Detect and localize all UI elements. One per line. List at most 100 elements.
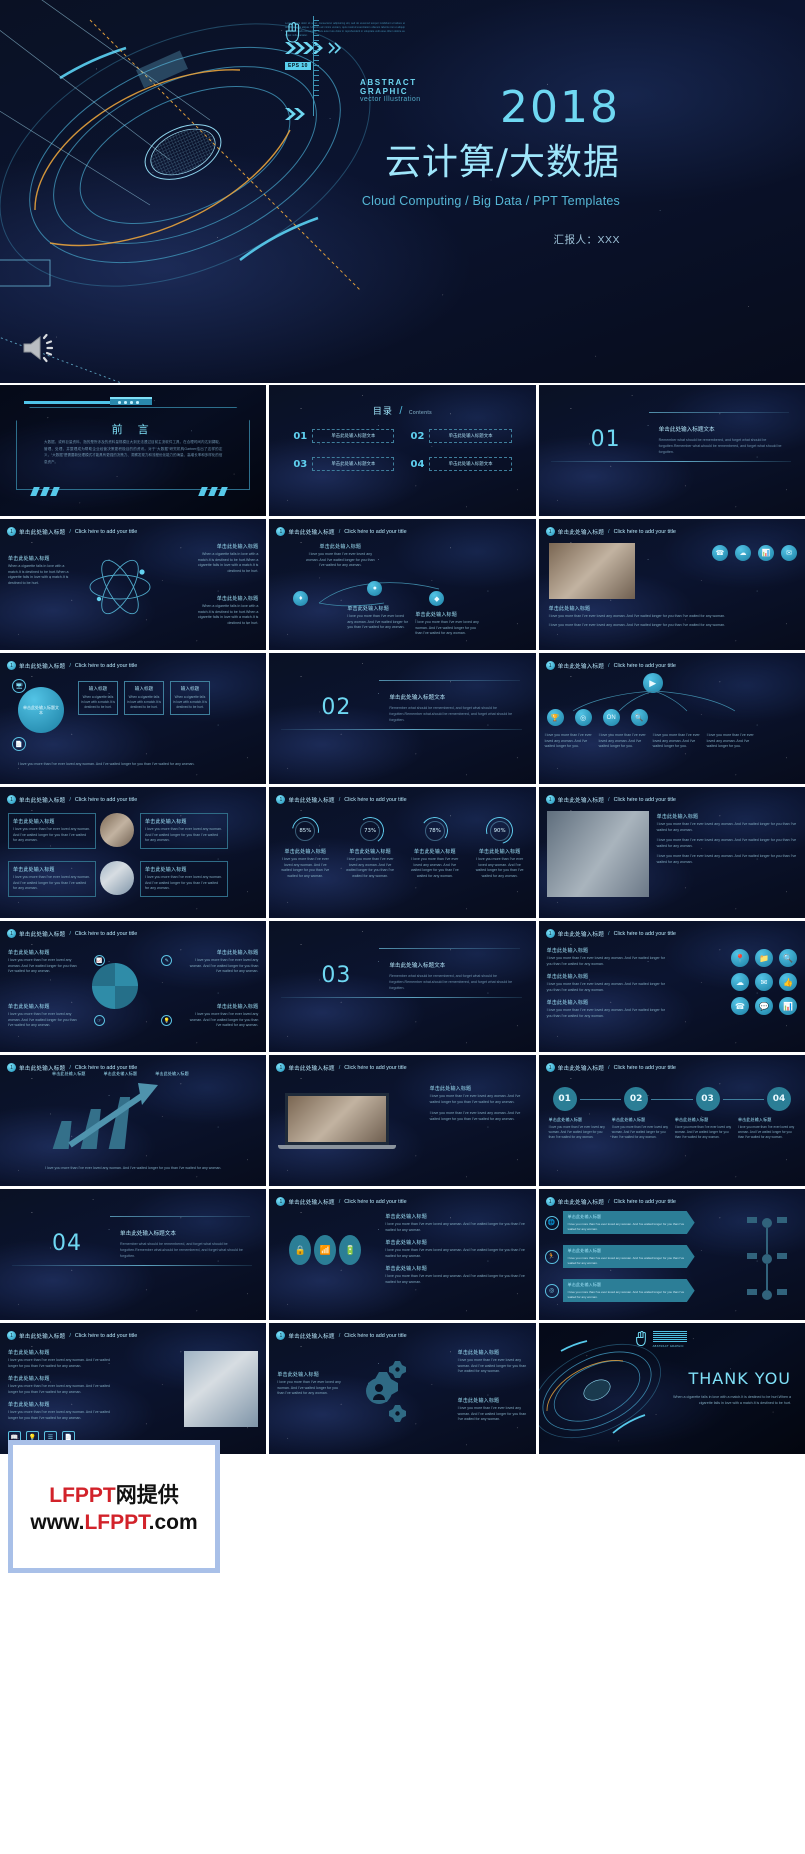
mini-title: 单击此处输入标题 bbox=[13, 819, 55, 825]
cloud-icon[interactable]: ☁ bbox=[735, 545, 751, 561]
slide-thumb-section-04[interactable]: 04 单击此处输入标题文本 Remember what should be re… bbox=[0, 1189, 267, 1320]
section-text: 单击此处输入标题文本 Remember what should be remem… bbox=[389, 693, 515, 723]
header-title-en: Click here to add your title bbox=[613, 1198, 676, 1205]
arrow-row[interactable]: 🌐 单击此处输入标题 I love you more than I've eve… bbox=[544, 1211, 695, 1234]
slide-thumb-two-photo-text[interactable]: 1 单击此处输入标题 / Click here to add your titl… bbox=[0, 787, 267, 918]
header-title-en: Click here to add your title bbox=[74, 796, 138, 803]
hub-box[interactable]: 输入标题 When a cigarette falls in love with… bbox=[124, 681, 164, 715]
watermark-suffix-1: 网提供 bbox=[115, 1483, 179, 1507]
map-pin-icon[interactable]: 📍 bbox=[731, 949, 749, 967]
slide-thumb-percent-rings[interactable]: 1 单击此处输入标题 / Click here to add your titl… bbox=[269, 787, 536, 918]
header-title-zh: 单击此处输入标题 bbox=[288, 1065, 335, 1072]
edit-icon[interactable]: ✎ bbox=[161, 955, 173, 966]
slide-thumb-laptop-photo[interactable]: 1 单击此处输入标题 / Click here to add your titl… bbox=[269, 1055, 536, 1186]
battery-icon[interactable]: 🔋 bbox=[339, 1235, 362, 1265]
slide-thumb-step-numbers[interactable]: 1 单击此处输入标题 / Click here to add your titl… bbox=[538, 1055, 805, 1186]
mini-title: 单击此处输入标题 bbox=[13, 867, 55, 873]
mini-body: I love you more than I've ever loved any… bbox=[8, 1410, 111, 1420]
slide-thumb-photo-icons[interactable]: 1 单击此处输入标题 / Click here to add your titl… bbox=[538, 519, 805, 650]
slide-thumb-gear-text[interactable]: 1 单击此处输入标题 / Click here to add your titl… bbox=[269, 1323, 536, 1454]
slide-thumb-hub-boxes[interactable]: 1 单击此处输入标题 / Click here to add your titl… bbox=[0, 653, 267, 784]
hub-box[interactable]: 输入标题 When a cigarette falls in love with… bbox=[78, 681, 118, 715]
header-sep: / bbox=[69, 1064, 71, 1071]
mail-icon[interactable]: ✉ bbox=[755, 973, 773, 991]
contents-item[interactable]: 03 单击此处输入标题文本 bbox=[293, 457, 395, 471]
step-number[interactable]: 03 bbox=[695, 1087, 720, 1111]
step-number[interactable]: 02 bbox=[624, 1087, 649, 1111]
slide-thumb-four-circle-icons[interactable]: 1 单击此处输入标题 / Click here to add your titl… bbox=[538, 653, 805, 784]
mini-title: 单击此处输入标题 bbox=[8, 950, 50, 956]
slide-thumb-section-01[interactable]: 01 单击此处输入标题文本 Remember what should be re… bbox=[538, 385, 805, 516]
section-desc: Remember what should be remembered, and … bbox=[389, 974, 513, 991]
slide-thumb-section-02[interactable]: 02 单击此处输入标题文本 Remember what should be re… bbox=[269, 653, 536, 784]
lightbulb-icon[interactable]: 💡 bbox=[161, 1015, 173, 1026]
mini-body: I love you more than I've ever loved any… bbox=[611, 1125, 668, 1139]
slide-thumb-arrow-rows[interactable]: 1 单击此处输入标题 / Click here to add your titl… bbox=[538, 1189, 805, 1320]
search-icon[interactable]: 🔍 bbox=[779, 949, 797, 967]
wifi-icon[interactable]: 📶 bbox=[314, 1235, 337, 1265]
slide-thumb-arrow-bars[interactable]: 1 单击此处输入标题 / Click here to add your titl… bbox=[0, 1055, 267, 1186]
slide-thumb-preface[interactable]: 前 言 大数据，或称巨量资料，指的是所涉及的资料量规模巨大到无法透过目前主流软件… bbox=[0, 385, 267, 516]
slide-thumb-photo-list[interactable]: 1 单击此处输入标题 / Click here to add your titl… bbox=[0, 1323, 267, 1454]
search-icon[interactable]: 🔍 bbox=[630, 709, 648, 726]
mail-icon[interactable]: ✉ bbox=[781, 545, 797, 561]
cloud-icon[interactable]: ☁ bbox=[731, 973, 749, 991]
hero-text-block: 2018 云计算/大数据 Cloud Computing / Big Data … bbox=[362, 86, 620, 247]
slide-thumbnail-grid: 前 言 大数据，或称巨量资料，指的是所涉及的资料量规模巨大到无法透过目前主流软件… bbox=[0, 385, 805, 1454]
folder-icon[interactable]: 📁 bbox=[755, 949, 773, 967]
arrow-row[interactable]: ◎ 单击此处输入标题 I love you more than I've eve… bbox=[544, 1279, 695, 1302]
percent-label: 单击此处输入标题 bbox=[284, 849, 327, 855]
thumbs-up-icon[interactable]: 👍 bbox=[779, 973, 797, 991]
monitor-icon[interactable]: 🖥 bbox=[12, 679, 26, 693]
phone-icon[interactable]: ☎ bbox=[712, 545, 728, 561]
target-icon[interactable]: ◎ bbox=[574, 709, 592, 726]
slide-thumb-atom[interactable]: 1 单击此处输入标题 / Click here to add your titl… bbox=[0, 519, 267, 650]
trophy-icon[interactable]: 🏆 bbox=[546, 709, 564, 726]
target-icon[interactable]: ◎ bbox=[544, 1283, 559, 1298]
header-title-en: Click here to add your title bbox=[74, 662, 138, 669]
globe-icon[interactable]: 🌐 bbox=[544, 1215, 559, 1230]
header-sep: / bbox=[338, 1198, 341, 1205]
slide-thumb-section-03[interactable]: 03 单击此处输入标题文本 Remember what should be re… bbox=[269, 921, 536, 1052]
bar-chart-icon[interactable]: 📊 bbox=[779, 997, 797, 1015]
hub-box[interactable]: 输入标题 When a cigarette falls in love with… bbox=[170, 681, 210, 715]
slide-thumb-three-oval-icons[interactable]: 1 单击此处输入标题 / Click here to add your titl… bbox=[269, 1189, 536, 1320]
mini-body: I love you more than I've ever loved any… bbox=[737, 1125, 795, 1139]
running-icon[interactable]: 🏃 bbox=[544, 1249, 559, 1264]
thankyou-eps-block: ABSTRACT GRAPHIC bbox=[635, 1331, 691, 1348]
bar-chart-icon[interactable]: 📊 bbox=[758, 545, 774, 561]
contents-item[interactable]: 02 单击此处输入标题文本 bbox=[410, 429, 512, 443]
play-icon[interactable]: ▶ bbox=[642, 673, 663, 693]
phone-icon[interactable]: ☎ bbox=[731, 997, 749, 1015]
contents-title-zh: 目录 bbox=[372, 406, 393, 416]
lock-icon[interactable]: 🔒 bbox=[289, 1235, 312, 1265]
speaker-icon[interactable] bbox=[22, 333, 56, 363]
step-number[interactable]: 04 bbox=[767, 1087, 792, 1111]
slide-thumb-icon-grid[interactable]: 1 单击此处输入标题 / Click here to add your titl… bbox=[538, 921, 805, 1052]
bulb-icon[interactable]: ON bbox=[602, 709, 620, 726]
header-sep: / bbox=[338, 1332, 341, 1339]
hub-box-body: When a cigarette falls in love with a ma… bbox=[173, 695, 207, 709]
slide-thumb-big-photo[interactable]: 1 单击此处输入标题 / Click here to add your titl… bbox=[538, 787, 805, 918]
slide-thumb-thankyou[interactable]: ABSTRACT GRAPHIC THANK YOU When a cigare… bbox=[538, 1323, 805, 1454]
click-icon[interactable]: ☞ bbox=[94, 1015, 105, 1026]
contents-item-number: 03 bbox=[293, 458, 308, 470]
slide-thumb-three-dots[interactable]: 1 单击此处输入标题 / Click here to add your titl… bbox=[269, 519, 536, 650]
slide-thumb-pie-quad[interactable]: 1 单击此处输入标题 / Click here to add your titl… bbox=[0, 921, 267, 1052]
slide-header: 1 单击此处输入标题 / Click here to add your titl… bbox=[7, 527, 137, 536]
header-title-zh: 单击此处输入标题 bbox=[19, 663, 66, 670]
arrow-row[interactable]: 🏃 单击此处输入标题 I love you more than I've eve… bbox=[544, 1245, 695, 1268]
contents-item[interactable]: 01 单击此处输入标题文本 bbox=[293, 429, 395, 443]
slide-thumb-contents[interactable]: 目录 / Contents 01 单击此处输入标题文本 02 单击此处输入标题文… bbox=[269, 385, 536, 516]
step-number[interactable]: 01 bbox=[552, 1087, 577, 1111]
header-title-zh: 单击此处输入标题 bbox=[19, 529, 66, 536]
contents-list: 01 单击此处输入标题文本 02 单击此处输入标题文本 03 单击此处输入标题文… bbox=[293, 429, 512, 471]
bar-chart-icon[interactable]: 📈 bbox=[94, 955, 105, 966]
circle-icon-row: 🏆 ◎ ON 🔍 bbox=[546, 709, 648, 726]
document-icon[interactable]: 📄 bbox=[12, 737, 26, 751]
arrow-banner: 单击此处输入标题 I love you more than I've ever … bbox=[563, 1245, 695, 1268]
mini-title: 单击此处输入标题 bbox=[385, 1240, 427, 1247]
chat-icon[interactable]: 💬 bbox=[755, 997, 773, 1015]
contents-item[interactable]: 04 单击此处输入标题文本 bbox=[410, 457, 512, 471]
mini-title: 单击此处输入标题 bbox=[216, 950, 259, 956]
